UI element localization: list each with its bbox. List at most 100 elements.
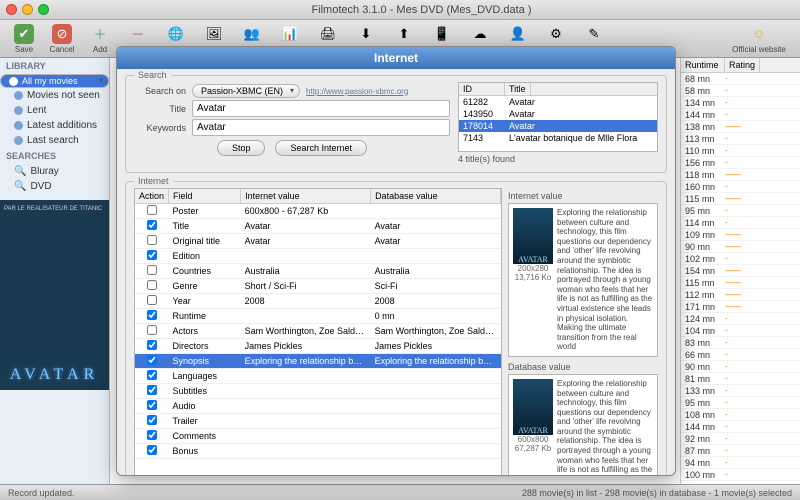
runtime-row[interactable]: 95 mn- — [681, 397, 800, 409]
field-row[interactable]: Trailer — [135, 414, 501, 429]
runtime-row[interactable]: 156 mn- — [681, 157, 800, 169]
runtime-row[interactable]: 109 mn--------- — [681, 229, 800, 241]
col-runtime[interactable]: Runtime — [681, 58, 725, 72]
runtime-row[interactable]: 66 mn- — [681, 349, 800, 361]
field-checkbox[interactable] — [147, 310, 157, 320]
runtime-row[interactable]: 110 mn- — [681, 145, 800, 157]
runtime-row[interactable]: 58 mn- — [681, 85, 800, 97]
runtime-row[interactable]: 112 mn--------- — [681, 289, 800, 301]
runtime-row[interactable]: 87 mn- — [681, 445, 800, 457]
field-row[interactable]: DirectorsJames PicklesJames Pickles — [135, 339, 501, 354]
field-checkbox[interactable] — [147, 295, 157, 305]
close-window-icon[interactable] — [6, 4, 17, 15]
field-checkbox[interactable] — [147, 235, 157, 245]
runtime-row[interactable]: 144 mn- — [681, 109, 800, 121]
runtime-row[interactable]: 102 mn- — [681, 253, 800, 265]
field-checkbox[interactable] — [147, 250, 157, 260]
field-checkbox[interactable] — [147, 340, 157, 350]
field-row[interactable]: TitleAvatarAvatar — [135, 219, 501, 234]
stop-button[interactable]: Stop — [217, 140, 266, 156]
runtime-row[interactable]: 138 mn--------- — [681, 121, 800, 133]
runtime-row[interactable]: 124 mn- — [681, 313, 800, 325]
keywords-input[interactable] — [192, 119, 450, 136]
runtime-row[interactable]: 154 mn--------- — [681, 265, 800, 277]
runtime-row[interactable]: 160 mn- — [681, 181, 800, 193]
add-button[interactable]: ＋Add — [82, 22, 118, 56]
sidebar-item[interactable]: Lent — [0, 103, 109, 118]
search-internet-button[interactable]: Search Internet — [275, 140, 367, 156]
field-row[interactable]: CountriesAustraliaAustralia — [135, 264, 501, 279]
runtime-row[interactable]: 100 mn- — [681, 469, 800, 481]
source-select[interactable]: Passion-XBMC (EN) — [192, 84, 300, 98]
field-row[interactable]: Original titleAvatarAvatar — [135, 234, 501, 249]
runtime-row[interactable]: 171 mn--------- — [681, 301, 800, 313]
field-row[interactable]: Audio — [135, 399, 501, 414]
result-row[interactable]: 7143L'avatar botanique de Mlle Flora — [459, 132, 657, 144]
field-row[interactable]: GenreShort / Sci-FiSci-Fi — [135, 279, 501, 294]
result-row[interactable]: 178014Avatar — [459, 120, 657, 132]
col-title[interactable]: Title — [505, 83, 531, 95]
runtime-row[interactable]: 118 mn--------- — [681, 169, 800, 181]
sidebar-search-item[interactable]: 🔍Bluray — [0, 164, 109, 179]
sidebar-item[interactable]: All my movies — [0, 74, 109, 88]
runtime-row[interactable]: 95 mn- — [681, 205, 800, 217]
field-checkbox[interactable] — [147, 370, 157, 380]
field-row[interactable]: Year20082008 — [135, 294, 501, 309]
result-row[interactable]: 61282Avatar — [459, 96, 657, 108]
field-checkbox[interactable] — [147, 325, 157, 335]
cancel-button[interactable]: ⊘Cancel — [44, 22, 80, 56]
sidebar-item[interactable]: Movies not seen — [0, 88, 109, 103]
runtime-row[interactable]: 113 mn- — [681, 133, 800, 145]
field-row[interactable]: Bonus — [135, 444, 501, 459]
runtime-row[interactable]: 115 mn--------- — [681, 277, 800, 289]
col-rating[interactable]: Rating — [725, 58, 760, 72]
runtime-row[interactable]: 115 mn--------- — [681, 193, 800, 205]
runtime-row[interactable]: 133 mn- — [681, 385, 800, 397]
field-checkbox[interactable] — [147, 280, 157, 290]
db-synopsis: Exploring the relationship between cultu… — [557, 379, 653, 476]
sidebar-item[interactable]: Latest additions — [0, 118, 109, 133]
field-row[interactable]: Languages — [135, 369, 501, 384]
field-row[interactable]: Runtime0 mn — [135, 309, 501, 324]
field-table[interactable]: Action Field Internet value Database val… — [134, 188, 502, 476]
runtime-row[interactable]: 108 mn- — [681, 409, 800, 421]
title-input[interactable] — [192, 100, 450, 117]
field-checkbox[interactable] — [147, 415, 157, 425]
field-checkbox[interactable] — [147, 205, 157, 215]
runtime-row[interactable]: 68 mn- — [681, 73, 800, 85]
runtime-row[interactable]: 90 mn- — [681, 361, 800, 373]
field-row[interactable]: Edition — [135, 249, 501, 264]
runtime-row[interactable]: 104 mn- — [681, 325, 800, 337]
runtime-row[interactable]: 92 mn- — [681, 433, 800, 445]
field-checkbox[interactable] — [147, 430, 157, 440]
runtime-row[interactable]: 144 mn- — [681, 421, 800, 433]
search-results-table[interactable]: ID Title 61282Avatar143950Avatar178014Av… — [458, 82, 658, 152]
field-checkbox[interactable] — [147, 220, 157, 230]
minimize-window-icon[interactable] — [22, 4, 33, 15]
field-checkbox[interactable] — [147, 445, 157, 455]
runtime-row[interactable]: 114 mn- — [681, 217, 800, 229]
runtime-row[interactable]: 83 mn- — [681, 337, 800, 349]
runtime-row[interactable]: 90 mn--------- — [681, 241, 800, 253]
field-checkbox[interactable] — [147, 355, 157, 365]
runtime-row[interactable]: 94 mn- — [681, 457, 800, 469]
field-row[interactable]: Poster600x800 - 67,287 Kb — [135, 204, 501, 219]
field-row[interactable]: SynopsisExploring the relationship betwe… — [135, 354, 501, 369]
field-row[interactable]: Comments — [135, 429, 501, 444]
preview-panel: Internet value AVATAR 200x28013,716 Ko E… — [508, 188, 658, 476]
source-link[interactable]: http://www.passion-xbmc.org — [306, 87, 408, 96]
result-row[interactable]: 143950Avatar — [459, 108, 657, 120]
field-row[interactable]: Subtitles — [135, 384, 501, 399]
col-id[interactable]: ID — [459, 83, 505, 95]
field-checkbox[interactable] — [147, 400, 157, 410]
runtime-row[interactable]: 81 mn- — [681, 373, 800, 385]
field-checkbox[interactable] — [147, 385, 157, 395]
field-row[interactable]: ActorsSam Worthington, Zoe SaldanaSam Wo… — [135, 324, 501, 339]
field-checkbox[interactable] — [147, 265, 157, 275]
sidebar-search-item[interactable]: 🔍DVD — [0, 179, 109, 194]
runtime-row[interactable]: 134 mn- — [681, 97, 800, 109]
sidebar-item[interactable]: Last search — [0, 133, 109, 148]
save-button[interactable]: ✔Save — [6, 22, 42, 56]
zoom-window-icon[interactable] — [38, 4, 49, 15]
official-website-button[interactable]: ☺Official website — [724, 22, 794, 56]
